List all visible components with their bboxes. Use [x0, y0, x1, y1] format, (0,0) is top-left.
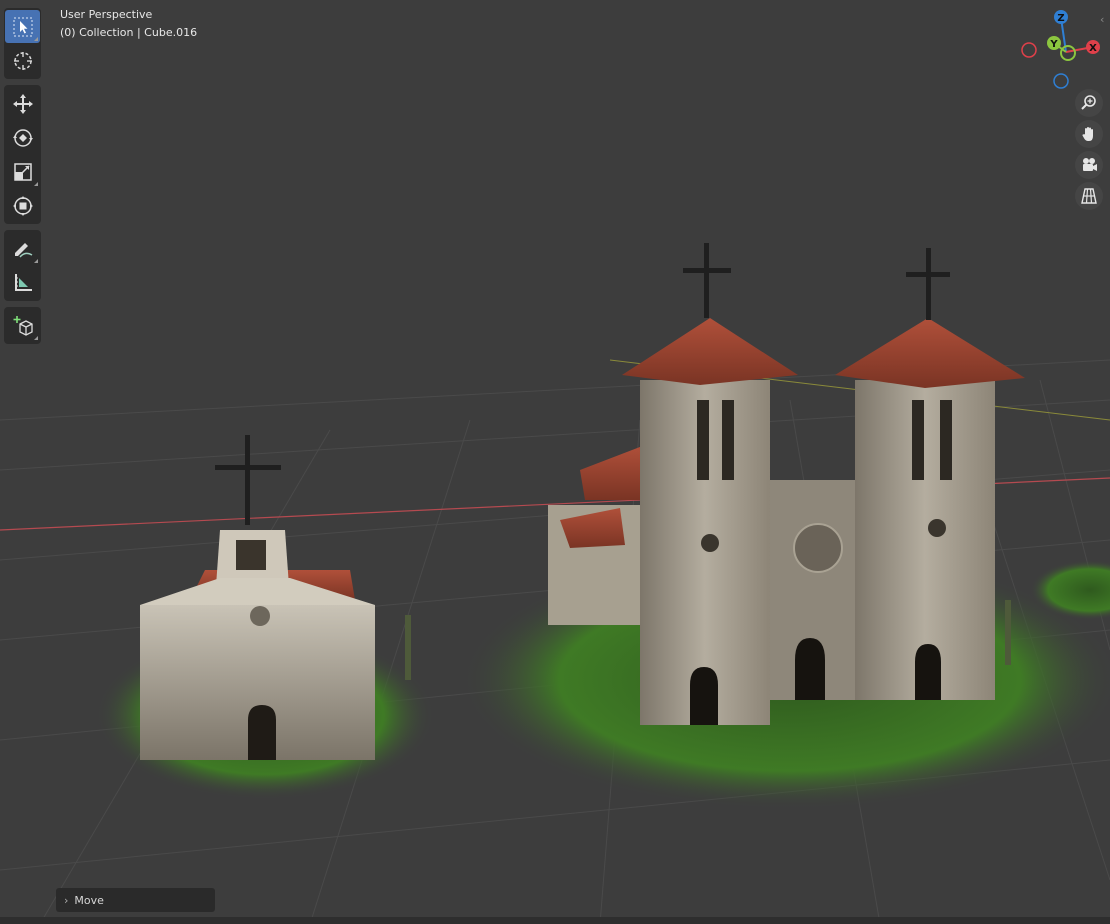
camera-icon	[1083, 158, 1097, 171]
zoom-button[interactable]	[1075, 89, 1103, 117]
camera-view-button[interactable]	[1075, 151, 1103, 179]
tool-measure[interactable]	[5, 266, 40, 299]
gizmo-z-label: Z	[1057, 13, 1064, 24]
grid-perspective-icon	[1081, 188, 1097, 204]
tool-move[interactable]	[5, 87, 40, 120]
chevron-right-icon: ›	[64, 893, 69, 907]
tool-cursor[interactable]	[5, 44, 40, 77]
perspective-toggle-button[interactable]	[1075, 182, 1103, 210]
sidebar-collapse-chevron-icon[interactable]: ‹	[1100, 10, 1110, 30]
hand-pan-icon	[1082, 127, 1093, 141]
gizmo-y-label: Y	[1049, 39, 1058, 50]
status-bar	[0, 917, 1110, 924]
chapel-model	[140, 435, 411, 760]
cursor-arrow-icon	[13, 17, 32, 36]
gizmo-neg-x	[1021, 42, 1037, 58]
operator-redo-panel[interactable]: › Move	[56, 888, 215, 912]
scene-render	[0, 243, 1110, 924]
tool-group-select	[4, 8, 41, 79]
ruler-icon	[14, 273, 32, 291]
scale-icon	[13, 162, 32, 181]
navigation-gizmo[interactable]: Z X Y	[1018, 6, 1108, 92]
pencil-icon	[14, 242, 32, 258]
tool-transform[interactable]	[5, 189, 40, 222]
tool-group-transform	[4, 85, 41, 224]
viewport-collection-info: (0) Collection | Cube.016	[60, 26, 198, 39]
tool-add-cube[interactable]	[5, 309, 40, 342]
zoom-icon	[1081, 95, 1096, 110]
transform-icon	[12, 195, 33, 216]
tool-group-add	[4, 307, 41, 344]
move-arrows-icon	[12, 93, 33, 114]
gizmo-neg-z	[1053, 73, 1069, 89]
operator-label: Move	[74, 893, 104, 907]
viewport-view-name: User Perspective	[60, 8, 153, 21]
rotate-icon	[12, 128, 33, 147]
gizmo-x-label: X	[1089, 43, 1097, 54]
3d-cursor-icon	[13, 51, 32, 70]
tool-select-box[interactable]	[5, 10, 40, 43]
tool-scale[interactable]	[5, 155, 40, 188]
gizmo-neg-y	[1060, 45, 1076, 61]
add-cube-icon	[13, 315, 33, 336]
tool-annotate[interactable]	[5, 232, 40, 265]
tool-shelf	[4, 8, 41, 350]
pan-button[interactable]	[1075, 120, 1103, 148]
3d-viewport[interactable]: User Perspective (0) Collection | Cube.0…	[0, 0, 1110, 924]
tool-group-annotate	[4, 230, 41, 301]
tool-rotate[interactable]	[5, 121, 40, 154]
